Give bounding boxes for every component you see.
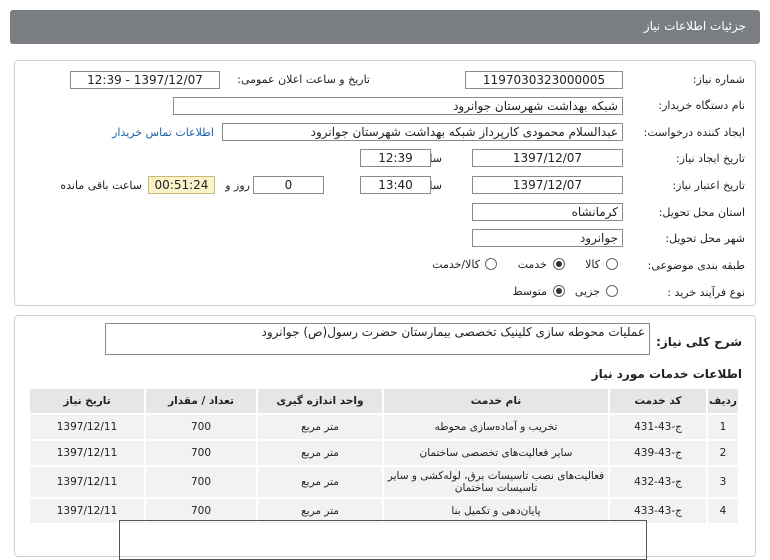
cell-code: ج-43-439 [608,439,708,467]
cell-row: 3 [706,465,740,499]
validity-time-field: 13:40 [360,176,431,194]
cell-code: ج-43-432 [608,465,708,499]
category-goods-service-radio[interactable] [485,258,497,270]
buyer-label: نام دستگاه خریدار: [658,99,745,112]
announce-field: 1397/12/07 - 12:39 [70,71,220,89]
announce-label: تاریخ و ساعت اعلان عمومی: [237,73,370,86]
cell-row: 4 [706,497,740,525]
process-minor-label: جزیی [574,285,600,298]
cell-row: 2 [706,439,740,467]
cell-unit: متر مربع [256,439,384,467]
col-date: تاریخ نیاز [28,387,146,415]
col-row: ردیف [706,387,740,415]
col-code: کد خدمت [608,387,708,415]
table-row: 3 ج-43-432 فعالیت‌های نصب تاسیسات برق، ل… [28,465,740,499]
process-label: نوع فرآیند خرید : [667,286,745,299]
remaining-time-label: ساعت باقی مانده [60,179,142,192]
cell-unit: متر مربع [256,465,384,499]
cell-date: 1397/12/11 [28,465,146,499]
created-label: تاریخ ایجاد نیاز: [675,152,745,165]
city-label: شهر محل تحویل: [665,232,745,245]
table-row: 2 ج-43-439 سایر فعالیت‌های تخصصی ساختمان… [28,439,740,467]
cell-name: فعالیت‌های نصب تاسیسات برق، لوله‌کشی و س… [382,465,610,499]
summary-label: شرح کلی نیاز: [656,335,742,349]
category-service-radio[interactable] [553,258,565,270]
city-field: جوانرود [472,229,623,247]
page-title: جزئیات اطلاعات نیاز [643,19,746,33]
requester-label: ایجاد کننده درخواست: [643,126,745,139]
attachments-box [119,520,647,560]
remaining-time-field: 00:51:24 [148,176,215,194]
services-table: ردیف کد خدمت نام خدمت واحد اندازه گیری ت… [28,387,740,525]
need-number-label: شماره نیاز: [692,73,745,86]
validity-date-field: 1397/12/07 [472,176,623,194]
category-label: طبقه بندی موضوعی: [647,259,745,272]
cell-row: 1 [706,413,740,441]
cell-qty: 700 [144,439,258,467]
cell-qty: 700 [144,413,258,441]
cell-name: تخریب و آماده‌سازی محوطه [382,413,610,441]
services-title: اطلاعات خدمات مورد نیاز [591,367,742,381]
category-goods-radio[interactable] [606,258,618,270]
cell-name: سایر فعالیت‌های تخصصی ساختمان [382,439,610,467]
requester-field: عبدالسلام محمودی کارپرداز شبکه بهداشت شه… [222,123,623,141]
table-row: 1 ج-43-431 تخریب و آماده‌سازی محوطه متر … [28,413,740,441]
page-header: جزئیات اطلاعات نیاز [10,10,760,44]
process-medium-radio[interactable] [553,285,565,297]
process-minor-radio[interactable] [606,285,618,297]
col-name: نام خدمت [382,387,610,415]
need-number-field: 1197030323000005 [465,71,623,89]
cell-unit: متر مربع [256,413,384,441]
buyer-field: شبکه بهداشت شهرستان جوانرود [173,97,623,115]
validity-days-field: 0 [253,176,324,194]
cell-date: 1397/12/11 [28,413,146,441]
created-time-field: 12:39 [360,149,431,167]
category-goods-service-label: کالا/خدمت [432,258,480,271]
category-service-label: خدمت [517,258,547,271]
cell-date: 1397/12/11 [28,439,146,467]
process-medium-label: متوسط [512,285,547,298]
col-unit: واحد اندازه گیری [256,387,384,415]
validity-days-label: روز و [225,179,250,192]
summary-field: عملیات محوطه سازی کلینیک تخصصی بیمارستان… [105,323,650,355]
province-label: استان محل تحویل: [658,206,745,219]
validity-label: تاریخ اعتبار نیاز: [672,179,745,192]
created-date-field: 1397/12/07 [472,149,623,167]
cell-code: ج-43-431 [608,413,708,441]
buyer-contact-link[interactable]: اطلاعات تماس خریدار [112,126,214,139]
cell-qty: 700 [144,465,258,499]
col-qty: تعداد / مقدار [144,387,258,415]
category-goods-label: کالا [585,258,600,271]
province-field: کرمانشاه [472,203,623,221]
